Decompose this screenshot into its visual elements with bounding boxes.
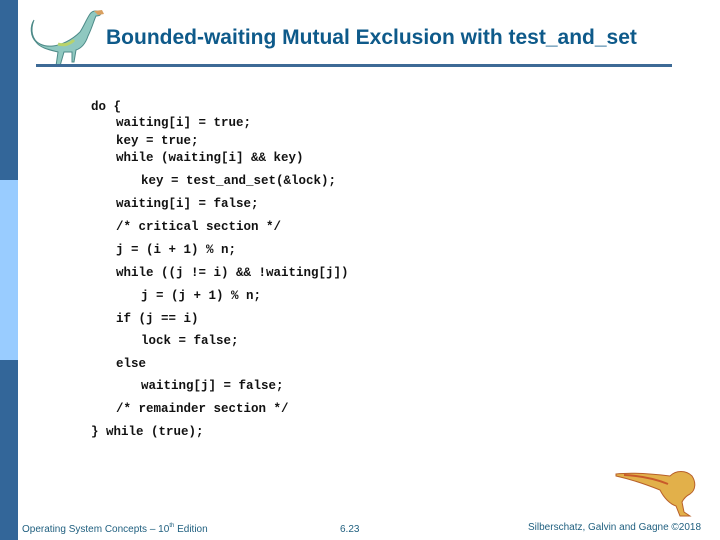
footer-book-suffix: Edition xyxy=(174,524,208,535)
code-line: waiting[j] = false; xyxy=(141,379,284,393)
dinosaur-logo-icon xyxy=(30,10,104,67)
footer-book-superscript: th xyxy=(169,523,175,529)
sidebar-segment-bottom xyxy=(0,360,18,540)
footer-page-number: 6.23 xyxy=(340,524,360,535)
code-line: while (waiting[i] && key) xyxy=(116,151,304,165)
code-line: waiting[i] = false; xyxy=(116,197,259,211)
sidebar-segment-top xyxy=(0,0,18,180)
code-line: if (j == i) xyxy=(116,312,199,326)
title-underline xyxy=(36,64,672,67)
slide-title: Bounded-waiting Mutual Exclusion with te… xyxy=(106,26,637,49)
code-line: } while (true); xyxy=(91,425,204,439)
footer-book-prefix: Operating System Concepts – 10 xyxy=(22,524,170,535)
code-line: j = (i + 1) % n; xyxy=(116,243,237,257)
code-line: while ((j != i) && !waiting[j]) xyxy=(116,266,349,280)
code-line: key = test_and_set(&lock); xyxy=(141,174,337,188)
code-line: waiting[i] = true; xyxy=(116,116,252,130)
code-line: key = true; xyxy=(116,134,199,148)
footer-book-title: Operating System Concepts – 10th Edition xyxy=(22,523,208,535)
sidebar-decoration xyxy=(0,0,18,540)
sidebar-segment-middle xyxy=(0,180,18,360)
footer-copyright: Silberschatz, Galvin and Gagne ©2018 xyxy=(528,522,702,533)
code-line: else xyxy=(116,357,147,371)
dinosaur-logo-icon xyxy=(615,471,696,517)
code-line: lock = false; xyxy=(141,334,239,348)
code-line: j = (j + 1) % n; xyxy=(141,289,262,303)
code-line: /* remainder section */ xyxy=(116,402,289,416)
code-line: do { xyxy=(91,100,122,114)
code-line: /* critical section */ xyxy=(116,220,282,234)
